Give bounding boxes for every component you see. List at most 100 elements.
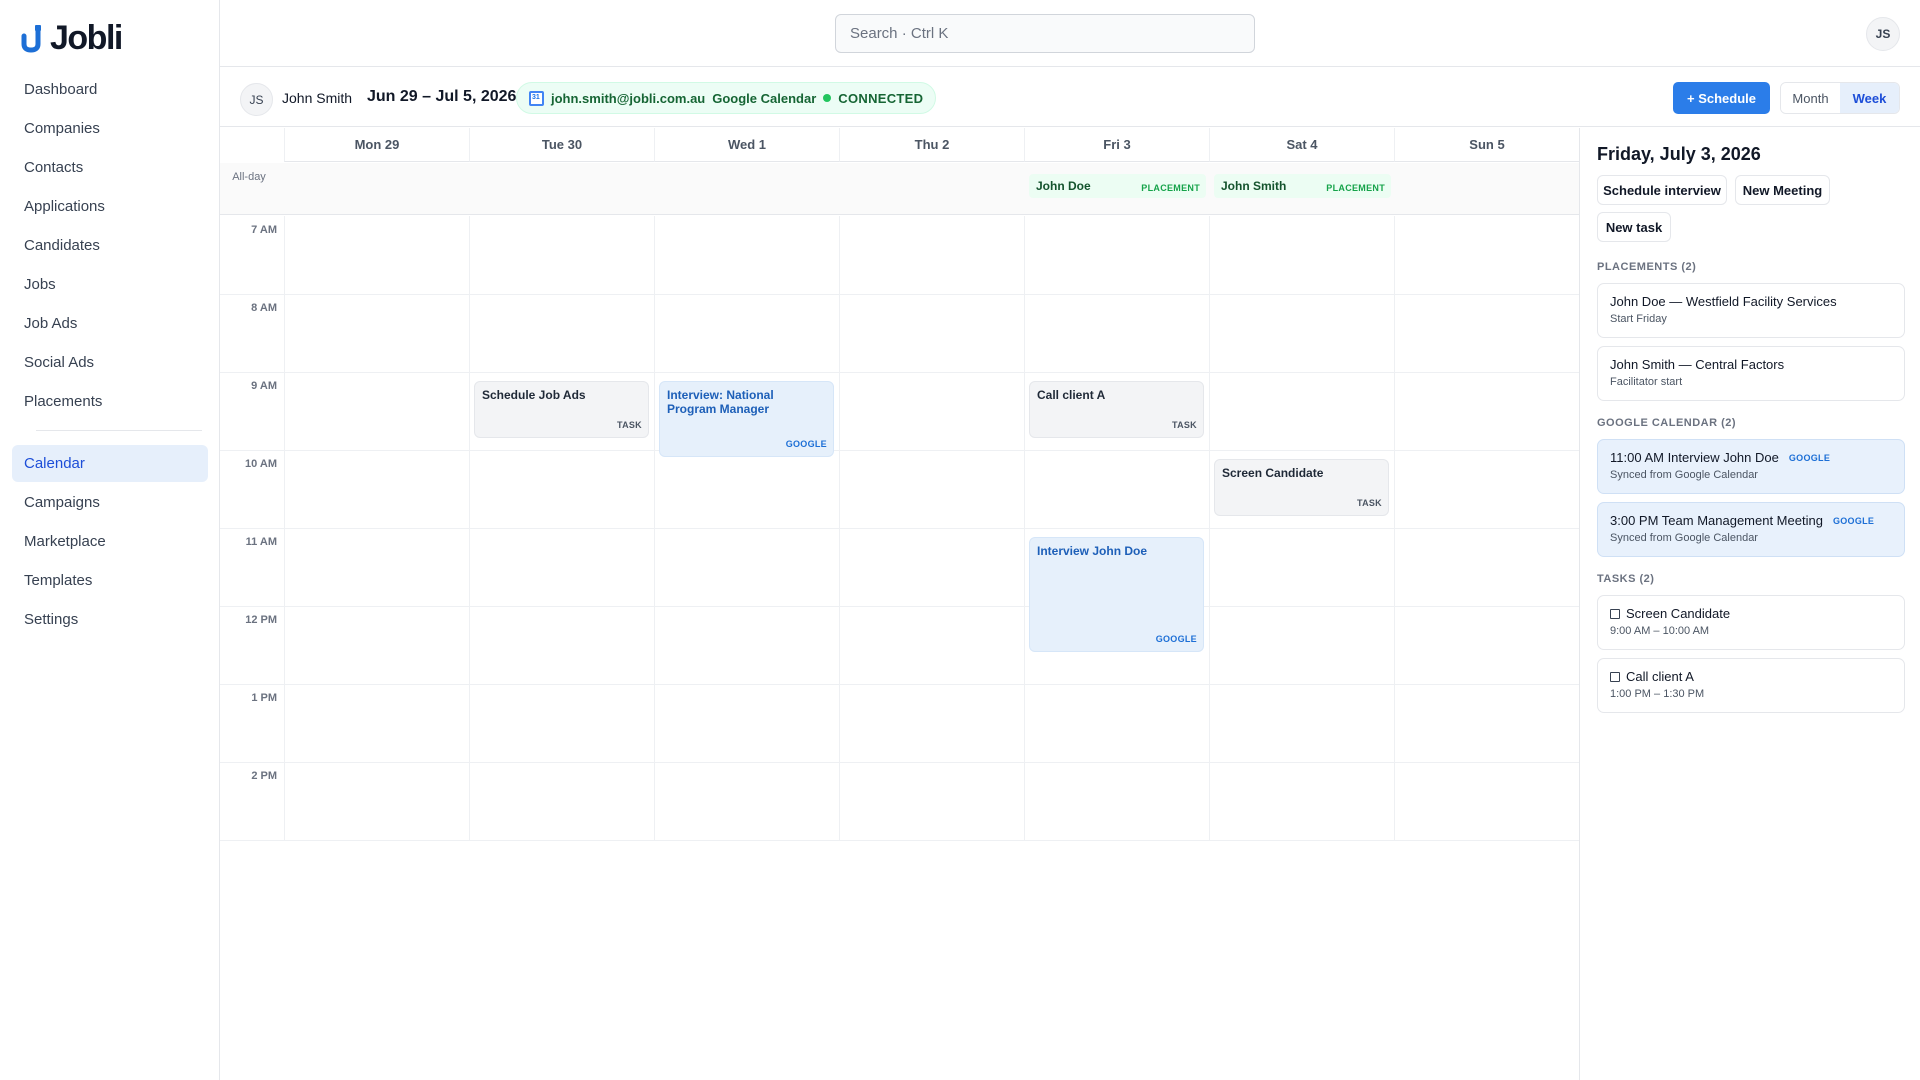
nav-item-candidates[interactable]: Candidates xyxy=(12,227,208,264)
hour-line xyxy=(220,840,1579,841)
day-header[interactable]: Wed 1 xyxy=(654,128,839,162)
google-event-card[interactable]: 3:00 PM Team Management Meeting GOOGLE Sy… xyxy=(1597,502,1905,557)
day-header[interactable]: Tue 30 xyxy=(469,128,654,162)
nav-item-calendar[interactable]: Calendar xyxy=(12,445,208,482)
placement-title: John Doe — Westfield Facility Services xyxy=(1610,294,1837,309)
hour-label: 11 AM xyxy=(245,536,277,548)
task-card[interactable]: Screen Candidate 9:00 AM – 10:00 AM xyxy=(1597,595,1905,650)
nav-item-social-ads[interactable]: Social Ads xyxy=(12,344,208,381)
event-tag: GOOGLE xyxy=(785,439,827,449)
task-checkbox[interactable] xyxy=(1610,671,1620,682)
event-title: Call client A xyxy=(1037,388,1106,402)
sidebar: Jobli Dashboard Companies Contacts Appli… xyxy=(0,0,220,1080)
event-title: John Smith xyxy=(1221,179,1287,193)
nav-item-jobs[interactable]: Jobs xyxy=(12,266,208,303)
google-account-email: john.smith@jobli.com.au xyxy=(551,90,706,106)
google-calendar-status[interactable]: john.smith@jobli.com.au Google Calendar … xyxy=(516,82,937,114)
task-time: 9:00 AM – 10:00 AM xyxy=(1610,625,1710,637)
top-bar: JS xyxy=(220,0,1920,67)
nav-item-contacts[interactable]: Contacts xyxy=(12,149,208,186)
nav-item-campaigns[interactable]: Campaigns xyxy=(12,484,208,521)
task-event[interactable]: Call client A TASK xyxy=(1029,381,1204,438)
new-meeting-button[interactable]: New Meeting xyxy=(1735,175,1830,205)
nav-item-companies[interactable]: Companies xyxy=(12,110,208,147)
nav-item-applications[interactable]: Applications xyxy=(12,188,208,225)
event-title: Screen Candidate xyxy=(1222,466,1324,480)
google-calendar-label: Google Calendar xyxy=(712,90,817,106)
hour-line xyxy=(220,372,1579,373)
tasks-section-title: TASKS (2) xyxy=(1597,573,1655,585)
date-range: Jun 29 – Jul 5, 2026 xyxy=(367,88,517,105)
event-tag: PLACEMENT xyxy=(1141,183,1200,193)
google-tag: GOOGLE xyxy=(1788,452,1831,463)
google-tag: GOOGLE xyxy=(1832,515,1875,526)
nav-divider xyxy=(36,430,202,431)
google-event-card[interactable]: 11:00 AM Interview John Doe GOOGLE Synced… xyxy=(1597,439,1905,494)
connection-status: CONNECTED xyxy=(838,90,924,106)
event-tag: TASK xyxy=(1171,419,1197,430)
jobli-logo-icon xyxy=(21,25,41,53)
event-title: Schedule Job Ads xyxy=(482,388,586,402)
task-time: 1:00 PM – 1:30 PM xyxy=(1610,688,1705,700)
event-title: John Doe xyxy=(1036,179,1091,193)
google-event[interactable]: Interview John Doe GOOGLE xyxy=(1029,537,1204,652)
google-event-title: 11:00 AM Interview John Doe xyxy=(1610,450,1779,465)
task-event[interactable]: Screen Candidate TASK xyxy=(1214,459,1389,516)
placement-sub: Facilitator start xyxy=(1610,376,1683,388)
day-header[interactable]: Sun 5 xyxy=(1394,128,1579,162)
task-title: Screen Candidate xyxy=(1626,606,1731,621)
user-avatar[interactable]: JS xyxy=(1866,17,1900,51)
hour-label: 10 AM xyxy=(245,458,277,470)
hour-line xyxy=(220,762,1579,763)
app-name: Jobli xyxy=(50,19,123,57)
event-tag: GOOGLE xyxy=(1155,634,1197,644)
nav-item-marketplace[interactable]: Marketplace xyxy=(12,523,208,560)
all-day-label: All-day xyxy=(232,171,266,183)
hour-label: 1 PM xyxy=(251,692,277,704)
google-event-sub: Synced from Google Calendar xyxy=(1610,469,1758,481)
placement-card[interactable]: John Doe — Westfield Facility Services S… xyxy=(1597,283,1905,338)
connected-dot-icon xyxy=(823,94,832,102)
hour-label: 12 PM xyxy=(245,614,277,626)
hour-label: 9 AM xyxy=(251,380,277,392)
view-month-button[interactable]: Month xyxy=(1781,83,1840,113)
google-calendar-icon xyxy=(529,90,544,106)
calendar-header: JS John Smith Jun 29 – Jul 5, 2026 john.… xyxy=(220,68,1920,127)
placement-event[interactable]: John Smith PLACEMENT xyxy=(1214,174,1391,198)
task-title: Call client A xyxy=(1626,669,1694,684)
hour-line xyxy=(220,528,1579,529)
day-header[interactable]: Sat 4 xyxy=(1209,128,1394,162)
nav-item-settings[interactable]: Settings xyxy=(12,601,208,638)
app-logo[interactable]: Jobli xyxy=(20,19,123,57)
search-input[interactable] xyxy=(835,14,1255,53)
google-event-sub: Synced from Google Calendar xyxy=(1610,532,1758,544)
event-tag: PLACEMENT xyxy=(1326,183,1385,193)
event-title: Interview: National Program Manager xyxy=(667,388,774,416)
nav-item-templates[interactable]: Templates xyxy=(12,562,208,599)
nav-item-placements[interactable]: Placements xyxy=(12,383,208,420)
nav-item-job-ads[interactable]: Job Ads xyxy=(12,305,208,342)
task-event[interactable]: Schedule Job Ads TASK xyxy=(474,381,649,438)
schedule-interview-button[interactable]: Schedule interview xyxy=(1597,175,1727,205)
view-week-button[interactable]: Week xyxy=(1840,83,1899,113)
hour-line xyxy=(220,684,1579,685)
google-event-title: 3:00 PM Team Management Meeting xyxy=(1610,513,1823,528)
google-calendar-section-title: GOOGLE CALENDAR (2) xyxy=(1597,417,1737,429)
day-header[interactable]: Fri 3 xyxy=(1024,128,1209,162)
placement-event[interactable]: John Doe PLACEMENT xyxy=(1029,174,1206,198)
task-card[interactable]: Call client A 1:00 PM – 1:30 PM xyxy=(1597,658,1905,713)
event-title: Interview John Doe xyxy=(1037,544,1148,558)
day-header[interactable]: Thu 2 xyxy=(839,128,1024,162)
google-event[interactable]: Interview: National Program Manager GOOGL… xyxy=(659,381,834,457)
nav-item-dashboard[interactable]: Dashboard xyxy=(12,71,208,108)
event-tag: TASK xyxy=(1356,497,1382,508)
placement-card[interactable]: John Smith — Central Factors Facilitator… xyxy=(1597,346,1905,401)
day-header[interactable]: Mon 29 xyxy=(284,128,469,162)
hour-line xyxy=(220,450,1579,451)
hour-label: 2 PM xyxy=(251,770,277,782)
task-checkbox[interactable] xyxy=(1610,608,1620,619)
schedule-button[interactable]: + Schedule xyxy=(1673,82,1770,114)
event-tag: TASK xyxy=(616,419,642,430)
placement-title: John Smith — Central Factors xyxy=(1610,357,1785,372)
new-task-button[interactable]: New task xyxy=(1597,212,1671,242)
